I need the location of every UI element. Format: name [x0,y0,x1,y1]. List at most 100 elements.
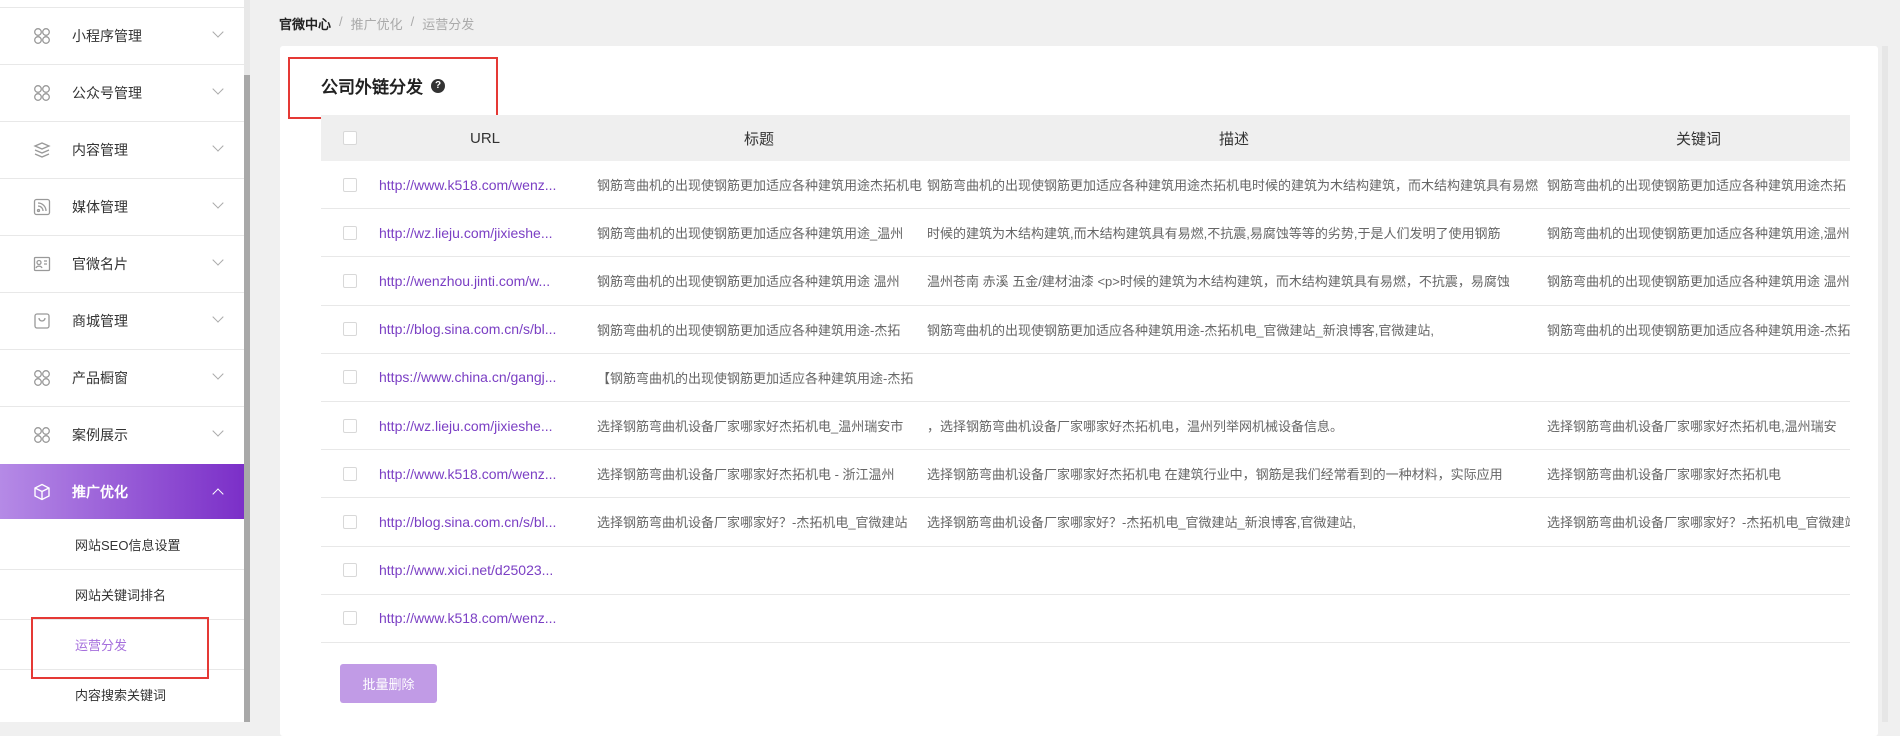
url-link[interactable]: http://blog.sina.com.cn/s/bl... [379,514,597,530]
title-cell: 选择钢筋弯曲机设备厂家哪家好？-杰拓机电_官微建站 [597,515,908,531]
keywords-cell: 钢筋弯曲机的出现使钢筋更加适应各种建筑用途 温州 [1547,274,1850,290]
chevron-down-icon [212,83,224,95]
grid-icon [33,27,51,45]
chevron-down-icon [212,368,224,380]
table-row: http://blog.sina.com.cn/s/bl... 钢筋弯曲机的出现… [321,306,1850,354]
id-card-icon [33,255,51,273]
table-row: https://www.china.cn/gangj... 【钢筋弯曲机的出现使… [321,354,1850,402]
description-cell: 选择钢筋弯曲机设备厂家哪家好杰拓机电 在建筑行业中，钢筋是我们经常看到的一种材料… [927,467,1503,483]
sidebar-item-1[interactable]: 小程序管理 [0,7,244,64]
url-link[interactable]: http://wenzhou.jinti.com/w... [379,273,597,289]
select-all-checkbox[interactable] [343,131,357,145]
breadcrumb-separator: / [339,14,343,29]
breadcrumb-item[interactable]: 官微中心 [279,14,331,33]
chevron-down-icon [212,311,224,323]
url-link[interactable]: http://www.k518.com/wenz... [379,466,597,482]
sidebar-subitem-label: 内容搜索关键词 [75,688,167,703]
sidebar-item-label: 案例展示 [72,427,128,443]
sidebar-item-3[interactable]: 内容管理 [0,121,244,178]
highlight-box [31,617,209,679]
grid-icon [33,426,51,444]
sidebar-item-label: 内容管理 [72,142,128,158]
url-link[interactable]: http://wz.lieju.com/jixieshe... [379,418,597,434]
sidebar-subitem-label: 网站SEO信息设置 [75,537,181,553]
row-checkbox[interactable] [343,418,357,433]
url-link[interactable]: http://blog.sina.com.cn/s/bl... [379,321,597,337]
title-cell: 钢筋弯曲机的出现使钢筋更加适应各种建筑用途杰拓机电 [597,178,923,194]
title-cell: 钢筋弯曲机的出现使钢筋更加适应各种建筑用途 温州 [597,274,900,290]
sidebar-item-label: 公众号管理 [72,85,142,101]
chevron-down-icon [212,254,224,266]
keywords-cell: 选择钢筋弯曲机设备厂家哪家好杰拓机电,温州瑞安 [1547,419,1837,435]
description-cell: 时候的建筑为木结构建筑,而木结构建筑具有易燃,不抗震,易腐蚀等等的劣势,于是人们… [927,226,1501,242]
url-link[interactable]: http://wz.lieju.com/jixieshe... [379,225,597,241]
description-cell: 钢筋弯曲机的出现使钢筋更加适应各种建筑用途-杰拓机电_官微建站_新浪博客,官微建… [927,322,1435,338]
table-row: http://www.k518.com/wenz... 钢筋弯曲机的出现使钢筋更… [321,161,1850,210]
sidebar-item-label: 官微名片 [72,256,128,272]
chevron-down-icon [212,197,224,209]
sidebar-item-label: 媒体管理 [72,199,128,215]
sidebar-scrollbar-thumb[interactable] [244,75,250,722]
sidebar-item-4[interactable]: 媒体管理 [0,178,244,235]
url-link[interactable]: http://www.k518.com/wenz... [379,177,597,193]
description-cell: 温州苍南 赤溪 五金/建材油漆 <p>时候的建筑为木结构建筑，而木结构建筑具有易… [927,274,1510,290]
sidebar-item-6[interactable]: 商城管理 [0,292,244,349]
chevron-down-icon [212,140,224,152]
column-header-description: 描述 [1218,130,1249,148]
grid-icon [33,369,51,387]
row-checkbox[interactable] [343,514,357,529]
row-checkbox[interactable] [343,611,357,626]
url-link[interactable]: https://www.china.cn/gangj... [379,369,597,385]
batch-delete-button[interactable]: 批量删除 [340,664,437,703]
title-cell: 选择钢筋弯曲机设备厂家哪家好杰拓机电_温州瑞安市 [597,419,904,435]
chevron-down-icon [212,26,224,38]
breadcrumb: 官微中心 / 推广优化 / 运营分发 [279,14,474,33]
title-cell: 【钢筋弯曲机的出现使钢筋更加适应各种建筑用途-杰拓 [597,370,914,386]
keywords-cell: 钢筋弯曲机的出现使钢筋更加适应各种建筑用途,温州 [1547,226,1850,242]
sidebar-item-label: 小程序管理 [72,28,142,44]
rss-icon [33,198,51,216]
table-row: http://wz.lieju.com/jixieshe... 钢筋弯曲机的出现… [321,209,1850,258]
breadcrumb-item: 运营分发 [422,17,475,32]
description-cell: 选择钢筋弯曲机设备厂家哪家好？-杰拓机电_官微建站_新浪博客,官微建站, [927,515,1357,531]
box-icon [33,483,51,501]
sidebar-item-label: 商城管理 [72,313,128,329]
sidebar-subitem-2[interactable]: 网站关键词排名 [0,569,244,619]
table-row: http://blog.sina.com.cn/s/bl... 选择钢筋弯曲机设… [321,498,1850,547]
row-checkbox[interactable] [343,225,357,240]
sidebar-item-8[interactable]: 案例展示 [0,406,244,463]
breadcrumb-item[interactable]: 推广优化 [351,14,403,33]
sidebar-subitem-label: 网站关键词排名 [75,588,167,603]
highlight-box [288,57,498,119]
title-cell: 钢筋弯曲机的出现使钢筋更加适应各种建筑用途_温州 [597,226,904,242]
sidebar-item-label: 推广优化 [72,483,128,500]
sidebar-item-9[interactable]: 推广优化 [0,464,244,519]
grid-icon [33,84,51,102]
column-header-title: 标题 [743,130,774,148]
breadcrumb-separator: / [410,14,415,29]
sidebar-item-7[interactable]: 产品橱窗 [0,349,244,406]
sidebar-item-5[interactable]: 官微名片 [0,235,244,292]
row-checkbox[interactable] [343,466,357,481]
row-checkbox[interactable] [343,563,357,578]
row-checkbox[interactable] [343,177,357,192]
table-row: http://www.k518.com/wenz... [321,595,1850,643]
row-checkbox[interactable] [343,322,357,337]
title-cell: 选择钢筋弯曲机设备厂家哪家好杰拓机电 - 浙江温州 [597,467,895,483]
sidebar-subitem-1[interactable]: 网站SEO信息设置 [0,519,244,569]
sidebar-item-2[interactable]: 公众号管理 [0,64,244,121]
keywords-cell: 选择钢筋弯曲机设备厂家哪家好杰拓机电 [1547,467,1782,483]
links-table: URL 标题 描述 关键词 http://www.k518.com/wenz..… [321,115,1850,643]
keywords-cell: 钢筋弯曲机的出现使钢筋更加适应各种建筑用途杰拓 [1547,178,1847,194]
keywords-cell: 钢筋弯曲机的出现使钢筋更加适应各种建筑用途-杰拓 [1547,322,1850,338]
page-scrollbar[interactable] [1882,46,1888,722]
url-link[interactable]: http://www.k518.com/wenz... [379,610,597,626]
title-cell: 钢筋弯曲机的出现使钢筋更加适应各种建筑用途-杰拓 [597,322,901,338]
table-row: http://www.xici.net/d25023... [321,547,1850,595]
column-header-url: URL [469,129,500,147]
row-checkbox[interactable] [343,370,357,385]
row-checkbox[interactable] [343,273,357,288]
layers-icon [33,141,51,159]
url-link[interactable]: http://www.xici.net/d25023... [379,562,597,578]
description-cell: 钢筋弯曲机的出现使钢筋更加适应各种建筑用途杰拓机电时候的建筑为木结构建筑，而木结… [927,178,1539,194]
